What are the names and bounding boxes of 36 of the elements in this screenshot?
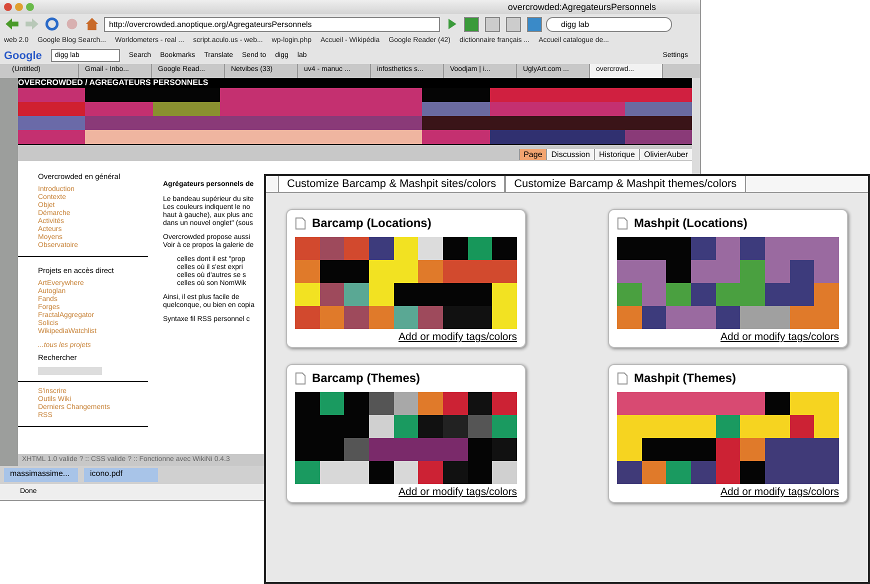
zoom-icon[interactable] [26, 3, 34, 11]
add-tags-link[interactable]: Add or modify tags/colors [398, 486, 517, 498]
card-title: Mashpit (Themes) [634, 371, 736, 385]
back-icon[interactable] [4, 17, 20, 31]
download-item[interactable]: icono.pdf [84, 468, 158, 482]
google-logo: Google [4, 50, 42, 62]
address-field[interactable]: http://overcrowded.anoptique.org/AgregateursPersonnels [104, 16, 440, 32]
document-icon [295, 216, 306, 230]
download-item[interactable]: massimassime... [4, 468, 78, 482]
document-icon [617, 216, 628, 230]
card-title: Mashpit (Locations) [634, 216, 748, 230]
add-tags-link[interactable]: Add or modify tags/colors [398, 331, 517, 343]
site-title: OVERCROWDED / AGREGATEURS PERSONNELS [18, 78, 208, 87]
page-tab[interactable]: OlivierAuber [638, 149, 692, 160]
document-icon [295, 372, 306, 384]
toolbar-icon[interactable] [485, 16, 500, 32]
minimize-icon[interactable] [15, 3, 23, 11]
document-icon [617, 372, 628, 384]
page-tab[interactable]: Historique [594, 149, 639, 160]
card-title: Barcamp (Locations) [312, 216, 432, 230]
add-tags-link[interactable]: Add or modify tags/colors [720, 486, 839, 498]
toolbar-icon[interactable] [506, 16, 521, 32]
panel-tab[interactable]: Customize Barcamp & Mashpit sites/colors [278, 176, 506, 192]
add-tags-link[interactable]: Add or modify tags/colors [720, 331, 839, 343]
reload-icon[interactable] [44, 17, 60, 31]
toolbar-icon[interactable] [464, 16, 479, 32]
window-title: overcrowded:AgregateursPersonnels [506, 2, 657, 12]
panel-tab[interactable]: Customize Barcamp & Mashpit themes/colors [505, 176, 746, 192]
page-tab[interactable]: Page [518, 149, 546, 160]
close-icon[interactable] [4, 3, 12, 11]
search-field[interactable]: digg lab [546, 16, 672, 32]
home-icon[interactable] [84, 17, 100, 31]
search-field[interactable] [38, 367, 102, 375]
card-title: Barcamp (Themes) [312, 371, 420, 385]
toolbar-icon[interactable] [527, 16, 542, 32]
page-tab[interactable]: Discussion [546, 149, 594, 160]
